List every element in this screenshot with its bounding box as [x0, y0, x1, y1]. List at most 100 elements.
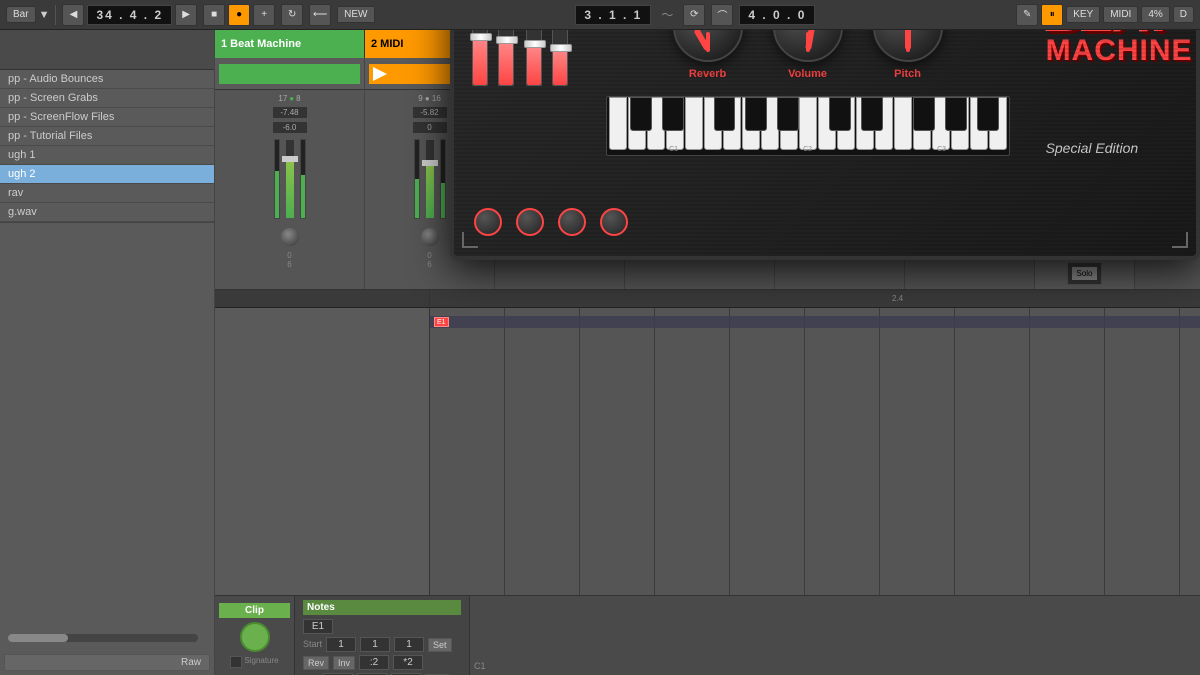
pan-midi[interactable]	[420, 227, 440, 247]
rewind-btn[interactable]: ⟵	[309, 4, 331, 26]
start-val: 1	[326, 637, 356, 652]
white-key-13[interactable]	[837, 97, 855, 150]
sidebar-item-7[interactable]: g.wav	[0, 203, 214, 222]
clip-toggle[interactable]	[230, 656, 242, 668]
mixer-circle-beat: ●	[289, 94, 294, 103]
bottom-area: 2.4 E1 E1 E1 E1 E1	[215, 290, 1200, 675]
small-knob-2[interactable]	[516, 208, 544, 236]
sidebar-item-4[interactable]: ugh 1	[0, 146, 214, 165]
forward-arrow[interactable]: ▶	[175, 4, 197, 26]
white-key-19[interactable]	[951, 97, 969, 150]
start-row: Start 1 1 1 Set	[303, 637, 461, 652]
white-key-2[interactable]	[628, 97, 646, 150]
white-key-5[interactable]	[685, 97, 703, 150]
play-btn-beat-machine[interactable]	[223, 67, 237, 81]
vst-keyboard[interactable]: C1 C2 C3	[606, 96, 1010, 156]
pencil-icon[interactable]: ✎	[1016, 4, 1038, 26]
white-key-10[interactable]	[780, 97, 798, 150]
small-knob-3[interactable]	[558, 208, 586, 236]
white-key-1[interactable]	[609, 97, 627, 150]
sidebar-item-3[interactable]: pp - Tutorial Files	[0, 127, 214, 146]
fader-thumb-beat[interactable]	[282, 156, 298, 162]
white-key-20[interactable]	[970, 97, 988, 150]
white-key-7[interactable]	[723, 97, 741, 150]
mixer-num-midi: 9 ● 16	[418, 94, 441, 103]
pause-icon[interactable]: ⏸	[1041, 4, 1063, 26]
pitch-knob[interactable]	[873, 30, 943, 62]
step1-val: :2	[359, 655, 389, 670]
white-key-18[interactable]	[932, 97, 950, 150]
fader-misc: Misc	[550, 30, 570, 156]
sidebar-item-6[interactable]: rav	[0, 184, 214, 203]
transport-display2: 4 . 0 . 0	[739, 5, 815, 25]
start-set-btn[interactable]: Set	[428, 638, 452, 652]
white-key-12[interactable]	[818, 97, 836, 150]
fader-thumb-hihat[interactable]	[524, 40, 546, 48]
inv-btn[interactable]: Inv	[333, 656, 355, 670]
rev-btn[interactable]: Rev	[303, 656, 329, 670]
stop-btn[interactable]: ■	[203, 4, 225, 26]
fader-midi[interactable]	[425, 139, 435, 219]
arrangement-ruler: 2.4	[430, 290, 1200, 308]
small-knob-4[interactable]	[600, 208, 628, 236]
fader-fill-midi	[426, 163, 434, 218]
clip-beat-machine[interactable]	[215, 58, 365, 90]
white-key-3[interactable]	[647, 97, 665, 150]
white-key-6[interactable]	[704, 97, 722, 150]
note-area: E1 E1 E1 E1 E1 E1 E1 E1 E1 E1 E1 E1	[430, 308, 1200, 595]
white-key-9[interactable]	[761, 97, 779, 150]
volume-knob[interactable]	[773, 30, 843, 62]
small-knob-1[interactable]	[474, 208, 502, 236]
percent-button[interactable]: 4%	[1141, 6, 1169, 23]
note-16[interactable]: E1	[434, 317, 449, 327]
fader-track-hihat[interactable]	[526, 30, 542, 86]
record-btn[interactable]: ●	[228, 4, 250, 26]
raw-button[interactable]: Raw	[4, 654, 210, 671]
reverb-knob[interactable]	[673, 30, 743, 62]
fader-track-misc[interactable]	[552, 30, 568, 86]
curve-btn[interactable]: ⌒	[711, 4, 733, 26]
fader-thumb-misc[interactable]	[550, 44, 572, 52]
solo-button[interactable]: Solo	[1072, 267, 1096, 280]
white-key-14[interactable]	[856, 97, 874, 150]
sidebar-item-5[interactable]: ugh 2	[0, 165, 214, 184]
knob-pitch: Pitch	[873, 30, 943, 80]
transport-display1: 3 . 1 . 1	[575, 5, 651, 25]
fader-beat[interactable]	[285, 139, 295, 219]
white-key-21[interactable]	[989, 97, 1007, 150]
play-btn-midi[interactable]	[373, 67, 387, 81]
bar-group: Bar ▼	[6, 6, 49, 23]
fader-thumb-snare[interactable]	[496, 36, 518, 44]
white-key-4[interactable]	[666, 97, 684, 150]
sidebar-item-2[interactable]: pp - ScreenFlow Files	[0, 108, 214, 127]
track-header-beat-machine[interactable]: 1 Beat Machine	[215, 30, 365, 58]
white-key-11[interactable]	[799, 97, 817, 150]
db-value-beat: -7.48	[272, 106, 308, 119]
tracks-area: 1 Beat Machine 2 MIDI 3 Audio 4 Audio A …	[215, 30, 1200, 675]
sidebar-item-0[interactable]: pp - Audio Bounces	[0, 70, 214, 89]
white-key-8[interactable]	[742, 97, 760, 150]
back-arrow[interactable]: ◀	[62, 4, 84, 26]
loop2-btn[interactable]: ⟳	[683, 4, 705, 26]
sidebar-item-1[interactable]: pp - Screen Grabs	[0, 89, 214, 108]
mixer-db-beat: 17	[278, 94, 287, 103]
white-key-16[interactable]	[894, 97, 912, 150]
white-key-17[interactable]	[913, 97, 931, 150]
fader-thumb-kick[interactable]	[470, 33, 492, 41]
fader-track-snare[interactable]	[498, 30, 514, 86]
clip-color-dot[interactable]	[240, 622, 270, 652]
pan-beat[interactable]	[280, 227, 300, 247]
clip-bar-beat-machine[interactable]	[219, 64, 360, 84]
fader-track-kick[interactable]	[472, 30, 488, 86]
fader-fill-beat	[286, 160, 294, 219]
sidebar-scrollbar[interactable]	[8, 634, 198, 642]
midi-button[interactable]: MIDI	[1103, 6, 1138, 23]
fader-thumb-midi[interactable]	[422, 160, 438, 166]
d-button[interactable]: D	[1173, 6, 1194, 23]
add-btn[interactable]: +	[253, 4, 275, 26]
bar-button[interactable]: Bar	[6, 6, 36, 23]
white-key-15[interactable]	[875, 97, 893, 150]
vst-knobs-row: Reverb Volume	[673, 30, 943, 80]
key-button[interactable]: KEY	[1066, 6, 1100, 23]
loop-btn[interactable]: ↻	[281, 4, 303, 26]
